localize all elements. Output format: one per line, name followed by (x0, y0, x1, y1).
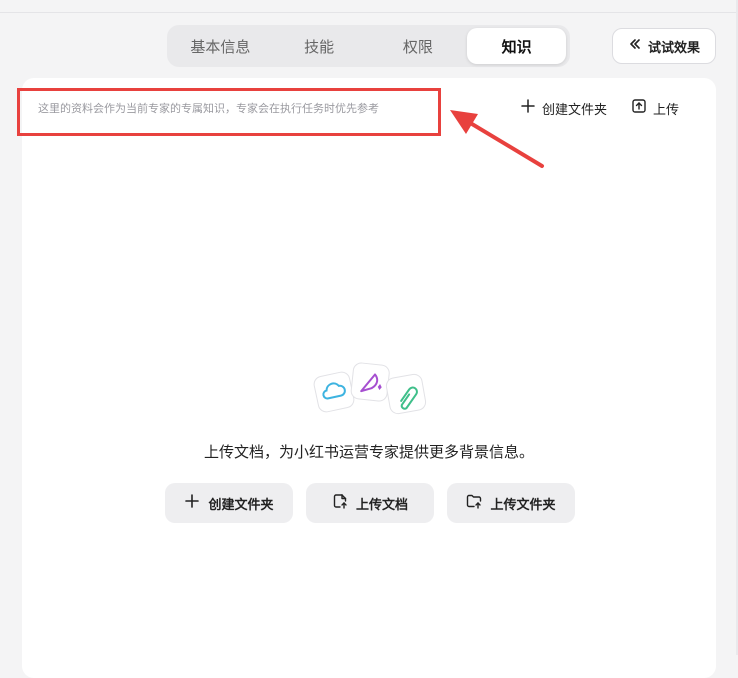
tab-knowledge[interactable]: 知识 (467, 28, 566, 64)
cloud-icon (313, 371, 355, 413)
folder-upload-icon (466, 493, 482, 513)
paperclip-icon (385, 373, 427, 415)
plus-icon (184, 493, 200, 513)
upload-folder-button[interactable]: 上传文件夹 (447, 483, 575, 523)
plus-icon (520, 98, 536, 118)
empty-create-folder-label: 创建文件夹 (208, 497, 274, 513)
try-effect-button[interactable]: 试试效果 (612, 28, 716, 64)
empty-state-actions: 创建文件夹 上传文档 上传文件夹 (165, 483, 575, 523)
upload-document-button[interactable]: 上传文档 (306, 483, 434, 523)
create-folder-label: 创建文件夹 (542, 102, 608, 118)
window-top-divider (0, 12, 738, 13)
knowledge-top-actions: 创建文件夹 上传 (520, 96, 679, 120)
double-chevron-left-icon (628, 37, 642, 55)
annotation-highlight-box (17, 88, 441, 136)
empty-state-illustration (313, 362, 427, 415)
create-folder-button[interactable]: 创建文件夹 (520, 96, 607, 120)
upload-button[interactable]: 上传 (631, 96, 679, 120)
tab-basic-info[interactable]: 基本信息 (171, 28, 270, 64)
file-upload-icon (332, 493, 348, 513)
tab-skills[interactable]: 技能 (270, 28, 369, 64)
upload-icon (631, 98, 647, 118)
feather-icon (350, 362, 390, 402)
upload-document-label: 上传文档 (355, 497, 408, 513)
tab-bar: 基本信息 技能 权限 知识 (167, 25, 570, 67)
upload-folder-label: 上传文件夹 (490, 497, 556, 513)
empty-create-folder-button[interactable]: 创建文件夹 (165, 483, 293, 523)
upload-label: 上传 (653, 102, 680, 118)
tab-permissions[interactable]: 权限 (369, 28, 468, 64)
try-effect-label: 试试效果 (647, 40, 700, 56)
empty-state-message: 上传文档，为小红书运营专家提供更多背景信息。 (203, 443, 534, 461)
